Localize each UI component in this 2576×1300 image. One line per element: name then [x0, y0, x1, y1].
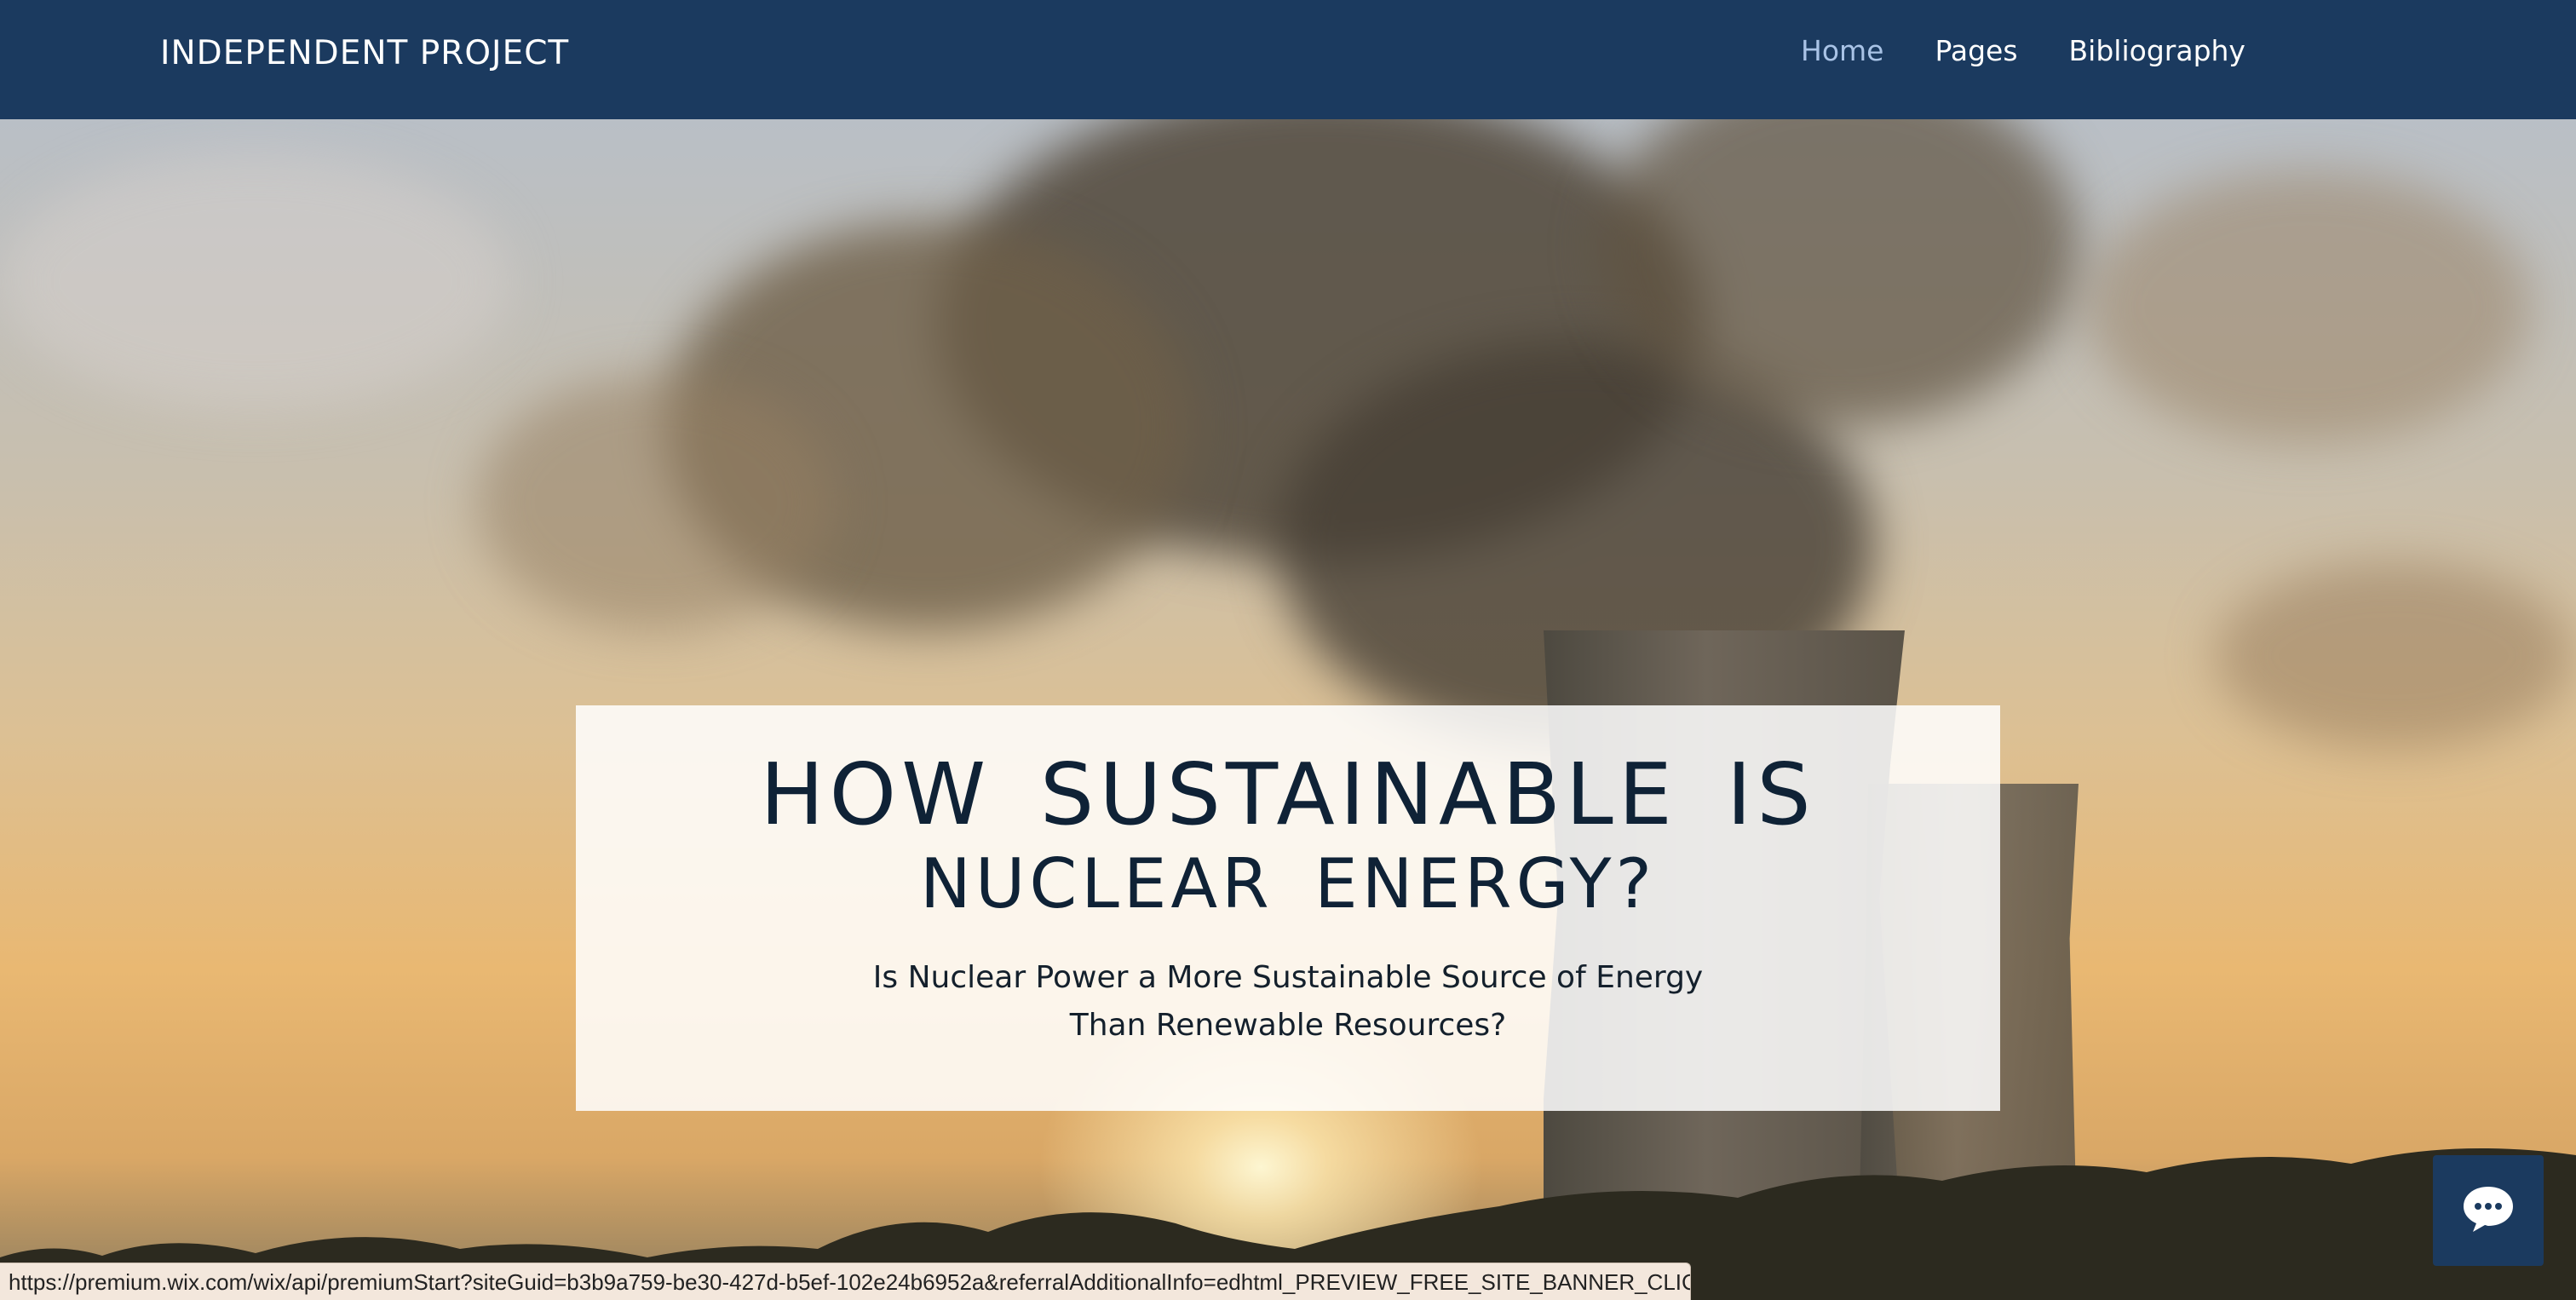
hero-title-line2: NUCLEAR ENERGY? — [920, 844, 1656, 923]
nav-item-pages[interactable]: Pages — [1935, 34, 2017, 67]
hero-subtitle: Is Nuclear Power a More Sustainable Sour… — [872, 960, 1704, 1043]
hero-card: HOW SUSTAINABLE IS NUCLEAR ENERGY? Is Nu… — [576, 705, 2000, 1111]
hero-title-line1: HOW SUSTAINABLE IS — [760, 745, 1816, 844]
site-title[interactable]: INDEPENDENT PROJECT — [160, 34, 569, 72]
nav-item-home[interactable]: Home — [1801, 34, 1883, 67]
chat-bubble-icon — [2461, 1184, 2516, 1237]
site-header: INDEPENDENT PROJECT Home Pages Bibliogra… — [0, 0, 2576, 119]
main-nav: Home Pages Bibliography — [1801, 34, 2245, 67]
hero-title: HOW SUSTAINABLE IS NUCLEAR ENERGY? — [576, 705, 2000, 922]
status-bar-url: https://premium.wix.com/wix/api/premiumS… — [0, 1263, 1691, 1300]
nav-item-bibliography[interactable]: Bibliography — [2069, 34, 2245, 67]
hero-section: HOW SUSTAINABLE IS NUCLEAR ENERGY? Is Nu… — [0, 119, 2576, 1300]
chat-button[interactable] — [2433, 1155, 2544, 1266]
